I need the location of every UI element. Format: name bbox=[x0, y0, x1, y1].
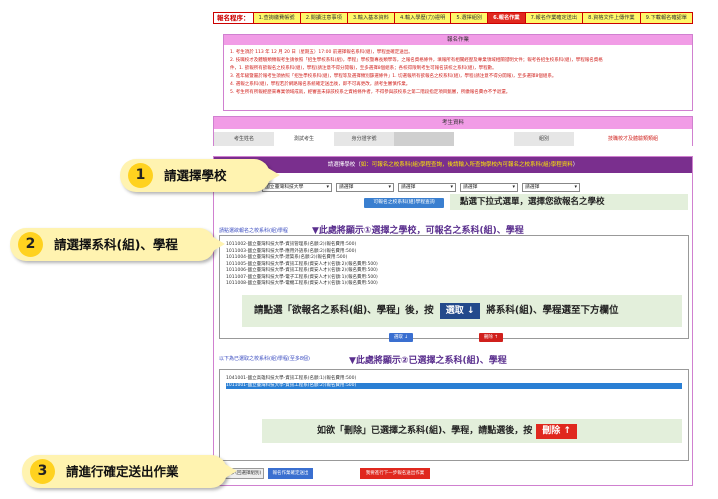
name-label: 考生姓名 bbox=[214, 132, 274, 146]
school-select-4[interactable]: 請選擇 ▾ bbox=[460, 183, 518, 192]
school-select[interactable]: 國立臺灣科技大學 ▾ bbox=[262, 183, 332, 192]
step-8[interactable]: 8.資格文件上傳作業 bbox=[583, 13, 641, 23]
select-button[interactable]: 選取 ↓ bbox=[389, 333, 413, 342]
applicant-title: 考生資料 bbox=[214, 117, 692, 129]
hint-select-chip: 選取 ↓ bbox=[439, 303, 481, 319]
callout-text: 請選擇學校 bbox=[164, 168, 227, 183]
step-1[interactable]: 1.查詢繳費帳號 bbox=[254, 13, 301, 23]
chevron-down-icon: ▾ bbox=[512, 184, 515, 190]
step-progress-bar: 報名程序： 1.查詢繳費帳號 2.閱讀注意事項 3.輸入基本資料 4.輸入學歷(… bbox=[213, 12, 693, 24]
next-step-button[interactable]: 我要進行下一步報名送出作業 bbox=[360, 468, 430, 479]
callout-step-3: 3 請進行確定送出作業 bbox=[22, 455, 237, 488]
step-progress-label: 報名程序： bbox=[214, 13, 254, 23]
callout-step-2: 2 請選擇系科(組)、學程 bbox=[10, 228, 225, 261]
id-value bbox=[394, 132, 454, 146]
notice-item: 1. 考生須於 113 年 12 月 20 日（星期五）17:00 前選擇報名系… bbox=[230, 50, 413, 55]
spacer bbox=[454, 132, 514, 146]
applicant-row: 考生姓名 測試考生 身分證字號 組別 技職校才及體驗類類組 bbox=[214, 132, 692, 146]
hint-move-prefix: 請點選「欲報名之系科(組)、學程」後，按 bbox=[254, 305, 434, 316]
school-select-3[interactable]: 請選擇 ▾ bbox=[398, 183, 456, 192]
school-selects: 國立臺灣科技大學 ▾ 請選擇 ▾ 請選擇 ▾ 請選擇 ▾ 請選擇 ▾ bbox=[262, 183, 580, 192]
callout-text: 請進行確定送出作業 bbox=[66, 464, 179, 479]
step-4[interactable]: 4.輸入學歷(力)證明 bbox=[395, 13, 452, 23]
hint-remove-chip: 刪除 ↑ bbox=[536, 424, 577, 439]
selection-header-highlight: 如：可報名之校系科(組)學程查詢，後請輸入所查詢學校內可報名之校系科(組)學程資… bbox=[360, 162, 573, 168]
select-value: 請選擇 bbox=[339, 185, 354, 190]
category-label: 組別 bbox=[514, 132, 574, 146]
hint-remove-prefix: 如欲「刪除」已選擇之系科(組)、學程，請點選後，按 bbox=[317, 426, 533, 436]
step-number-badge: 3 bbox=[30, 459, 55, 484]
school-select-5[interactable]: 請選擇 ▾ bbox=[522, 183, 580, 192]
step-6-active[interactable]: 6.報名作業 bbox=[488, 13, 526, 23]
callout-pointer bbox=[268, 168, 280, 182]
name-value: 測試考生 bbox=[274, 132, 334, 146]
applicant-section: 考生資料 考生姓名 測試考生 身分證字號 組別 技職校才及體驗類類組 bbox=[213, 116, 693, 146]
select-value: 請選擇 bbox=[525, 185, 540, 190]
list-item[interactable]: 1011008-國立臺灣科技大學-電機工程系(資安人才)(名額:1)(報名費用:… bbox=[226, 281, 682, 288]
notice-item: 件，1. 欲報所有欲報名之校系科(組)，學程(請注意不得分開報)，至多選擇8個組… bbox=[230, 66, 497, 71]
chevron-down-icon: ▾ bbox=[574, 184, 577, 190]
callout-step-1: 1 請選擇學校 bbox=[120, 159, 280, 192]
selection-panel: 請選擇學校（如：可報名之校系科(組)學程查詢，後請輸入所查詢學校內可報名之校系科… bbox=[213, 156, 693, 486]
list-item-selected[interactable]: 1011001-國立臺灣科技大學-資訊工程系(名額:2)(報名費用:500) bbox=[226, 382, 682, 389]
notice-item: 4. 選報之系科(組)，學程若於網路報名系統確定送出後，即不可再更改，請考生審慎… bbox=[230, 82, 411, 87]
confirm-submit-button[interactable]: 報名作業確定送出 bbox=[268, 468, 313, 479]
select-value: 請選擇 bbox=[463, 185, 478, 190]
step-number-badge: 2 bbox=[18, 232, 43, 257]
callout-text: 請選擇系科(組)、學程 bbox=[54, 237, 178, 252]
chosen-label: 以下為已選取之校系科(組)學程(至多8個) bbox=[219, 356, 310, 362]
remove-button[interactable]: 刪除 ↑ bbox=[479, 333, 503, 342]
chevron-down-icon: ▾ bbox=[326, 184, 329, 190]
query-button[interactable]: 可報名之校系科(組)學程查詢 bbox=[364, 198, 444, 208]
hint-select-school: 點選下拉式選單，選擇您欲報名之學校 bbox=[450, 194, 688, 210]
notice-box: 報名作業 1. 考生須於 113 年 12 月 20 日（星期五）17:00 前… bbox=[223, 34, 693, 111]
selection-header: 請選擇學校（如：可報名之校系科(組)學程查詢，後請輸入所查詢學校內可報名之校系科… bbox=[214, 157, 692, 173]
notice-title: 報名作業 bbox=[224, 35, 692, 45]
step-number-badge: 1 bbox=[128, 163, 153, 188]
chosen-list[interactable]: 1041001-國立高雄科技大學-資訊工程系(名額:1)(報名費用:500) 1… bbox=[219, 369, 689, 461]
school-select-2[interactable]: 請選擇 ▾ bbox=[336, 183, 394, 192]
notice-item: 5. 考生所有所報經歷來專業領域成就，經審查未錄該校系之資格條件者，不得參與該校… bbox=[230, 90, 511, 95]
step-5[interactable]: 5.選擇組別 bbox=[451, 13, 489, 23]
hint-move-suffix: 將系科(組)、學程選至下方欄位 bbox=[486, 305, 619, 316]
selection-header-prefix: 請選擇學校（ bbox=[327, 162, 361, 168]
step-9[interactable]: 9.下載報名確認單 bbox=[641, 13, 692, 23]
callout-pointer bbox=[225, 464, 237, 478]
select-value: 請選擇 bbox=[401, 185, 416, 190]
notice-item: 3. 進年級暨屬於報考生須依照「招生學校系科(組)，學程等及選擇類別篩選條件」1… bbox=[230, 74, 557, 79]
hint-remove: 如欲「刪除」已選擇之系科(組)、學程，請點選後，按 刪除 ↑ bbox=[262, 419, 682, 443]
callout-pointer bbox=[213, 237, 225, 251]
chevron-down-icon: ▾ bbox=[450, 184, 453, 190]
selection-header-suffix: ） bbox=[572, 162, 579, 168]
chevron-down-icon: ▾ bbox=[388, 184, 391, 190]
notice-list: 1. 考生須於 113 年 12 月 20 日（星期五）17:00 前選擇報名系… bbox=[224, 45, 692, 97]
id-label: 身分證字號 bbox=[334, 132, 394, 146]
category-value: 技職校才及體驗類類組 bbox=[574, 132, 692, 146]
chosen-annotation: ▼此處將顯示②已選擇之系科(組)、學程 bbox=[349, 356, 507, 366]
available-label: 請點選欲報名之校系科(組)學程 bbox=[219, 228, 288, 234]
step-7[interactable]: 7.報名作業確定送出 bbox=[526, 13, 584, 23]
hint-move: 請點選「欲報名之系科(組)、學程」後，按 選取 ↓ 將系科(組)、學程選至下方欄位 bbox=[242, 295, 682, 327]
school-select-value: 國立臺灣科技大學 bbox=[265, 185, 304, 190]
step-2[interactable]: 2.閱讀注意事項 bbox=[301, 13, 348, 23]
step-3[interactable]: 3.輸入基本資料 bbox=[348, 13, 395, 23]
notice-item: 2. 技職校才及體驗類類報考生請依照「招生學校系科(組)，學程」學校暨專長類學等… bbox=[230, 58, 603, 63]
